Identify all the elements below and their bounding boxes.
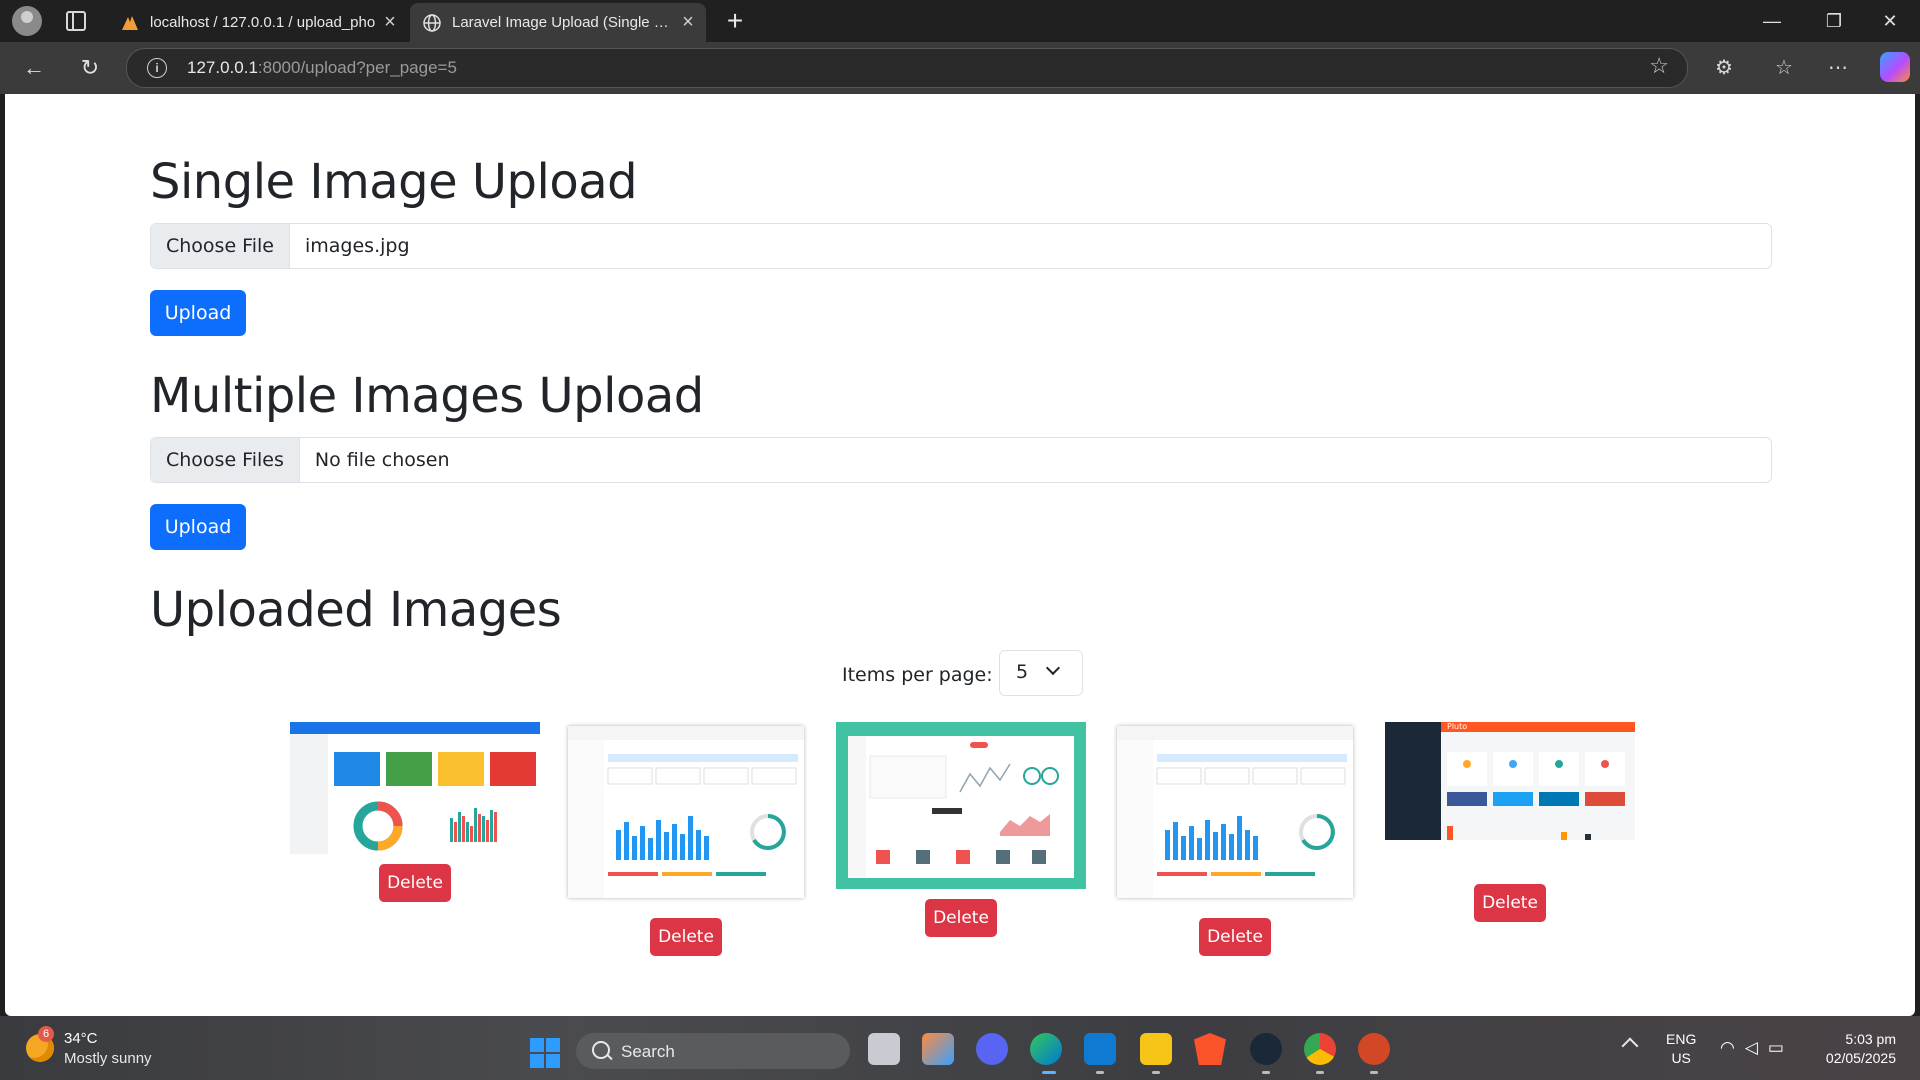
weather-temperature[interactable]: 34°C [64,1030,98,1047]
tab-phpmyadmin[interactable]: localhost / 127.0.0.1 / upload_pho × [108,3,408,42]
uploaded-image [836,722,1086,889]
app-indicator [1262,1071,1270,1074]
dashboard-screenshot-image [568,726,804,898]
weather-description[interactable]: Mostly sunny [64,1050,152,1067]
clock-date: 02/05/2025 [1825,1050,1896,1066]
delete-image-button[interactable]: Delete [1199,918,1271,956]
favorites-icon[interactable]: ☆ [1768,52,1800,84]
selected-files-status: No file chosen [314,449,450,471]
weather-badge: 6 [38,1026,54,1042]
dashboard-screenshot-image [1117,726,1353,898]
file-explorer-icon[interactable] [1140,1033,1172,1065]
task-view-icon[interactable] [868,1033,900,1065]
close-icon[interactable]: × [676,11,700,34]
volume-icon: ◁ [1744,1038,1768,1057]
pluto-brand-text: Pluto [1447,722,1468,731]
minimize-icon[interactable]: — [1744,0,1800,42]
delete-image-button[interactable]: Delete [650,918,722,956]
wifi-icon: ◠ [1720,1038,1745,1057]
choose-files-button[interactable]: Choose Files [151,438,300,482]
refresh-icon[interactable]: ↻ [74,52,106,84]
edge-browser-icon[interactable] [1030,1033,1062,1065]
taskbar-clock[interactable]: 5:03 pm 02/05/2025 [1816,1030,1896,1068]
dashboard-screenshot-image [290,722,540,854]
clock-time: 5:03 pm [1845,1031,1896,1047]
browser-titlebar: localhost / 127.0.0.1 / upload_pho × Lar… [0,0,1920,42]
search-placeholder: Search [621,1042,675,1061]
delete-image-button[interactable]: Delete [379,864,451,902]
back-icon[interactable]: ← [18,52,50,84]
region-code: US [1671,1050,1691,1066]
uploaded-image [290,722,540,854]
chrome-icon[interactable] [1304,1033,1336,1065]
app-indicator [1370,1071,1378,1074]
discord-icon[interactable] [976,1033,1008,1065]
profile-avatar-icon[interactable] [12,6,42,36]
globe-icon [423,13,441,32]
dashboard-screenshot-image [1385,722,1635,840]
vscode-icon[interactable] [1084,1033,1116,1065]
items-per-page-label: Items per page: [842,664,993,686]
uploaded-image: Pluto [1385,722,1635,840]
favorite-star-icon[interactable]: ☆ [1649,53,1669,79]
delete-image-button[interactable]: Delete [1474,884,1546,922]
page-viewport: Single Image Upload Choose File images.j… [5,94,1915,1016]
multiple-file-input[interactable]: Choose Files No file chosen [150,437,1772,483]
url-host: 127.0.0.1 [187,58,258,77]
active-app-indicator [1042,1071,1056,1074]
search-icon [592,1041,610,1059]
tray-overflow-chevron-icon[interactable] [1621,1037,1639,1055]
uploaded-image [568,726,804,898]
tab-title: Laravel Image Upload (Single + M [452,14,676,31]
tab-title: localhost / 127.0.0.1 / upload_pho [150,14,376,31]
delete-image-button[interactable]: Delete [925,899,997,937]
multiple-upload-heading: Multiple Images Upload [150,368,704,424]
restore-icon[interactable]: ❐ [1806,0,1862,42]
app-indicator [1152,1071,1160,1074]
tab-actions-icon[interactable] [66,11,86,31]
url-path: :8000/upload?per_page=5 [257,58,457,77]
chevron-down-icon [1045,660,1061,676]
steam-icon[interactable] [1250,1033,1282,1065]
single-file-input[interactable]: Choose File images.jpg [150,223,1772,269]
selected-file-name: images.jpg [304,235,410,257]
choose-file-button[interactable]: Choose File [151,224,290,268]
single-upload-heading: Single Image Upload [150,154,638,210]
brave-browser-icon[interactable] [1194,1033,1226,1065]
address-bar[interactable]: i 127.0.0.1:8000/upload?per_page=5 ☆ [126,48,1688,88]
url-text[interactable]: 127.0.0.1:8000/upload?per_page=5 [187,58,457,78]
close-icon[interactable]: × [378,11,402,34]
uploaded-images-heading: Uploaded Images [150,582,562,638]
browser-navbar: ← ↻ i 127.0.0.1:8000/upload?per_page=5 ☆… [0,42,1920,94]
close-window-icon[interactable]: ✕ [1862,0,1918,42]
extensions-icon[interactable]: ⚙ [1708,52,1740,84]
widgets-app-icon[interactable] [922,1033,954,1065]
items-per-page-value: 5 [1016,661,1029,683]
app-indicator [1316,1071,1324,1074]
dashboard-screenshot-image [836,722,1086,889]
powerpoint-icon[interactable] [1358,1033,1390,1065]
single-upload-button[interactable]: Upload [150,290,246,336]
taskbar-search[interactable]: Search [576,1033,850,1069]
phpmyadmin-icon [122,15,138,30]
app-indicator [1096,1071,1104,1074]
uploaded-image [1117,726,1353,898]
language-code: ENG [1666,1031,1697,1047]
tab-laravel-upload[interactable]: Laravel Image Upload (Single + M × [410,3,706,42]
tray-status-icons[interactable]: ◠◁▭ [1720,1038,1794,1058]
new-tab-icon[interactable]: + [720,4,750,38]
input-language[interactable]: ENG US [1666,1030,1696,1068]
multiple-upload-button[interactable]: Upload [150,504,246,550]
battery-icon: ▭ [1767,1038,1794,1057]
windows-taskbar: 6 34°C Mostly sunny Search ENG US ◠◁▭ 5:… [0,1016,1920,1080]
items-per-page-select[interactable]: 5 [999,650,1083,696]
copilot-icon[interactable] [1880,52,1910,82]
more-menu-icon[interactable]: ⋯ [1822,52,1854,84]
windows-start-icon[interactable] [530,1038,560,1068]
site-info-icon[interactable]: i [147,58,167,78]
